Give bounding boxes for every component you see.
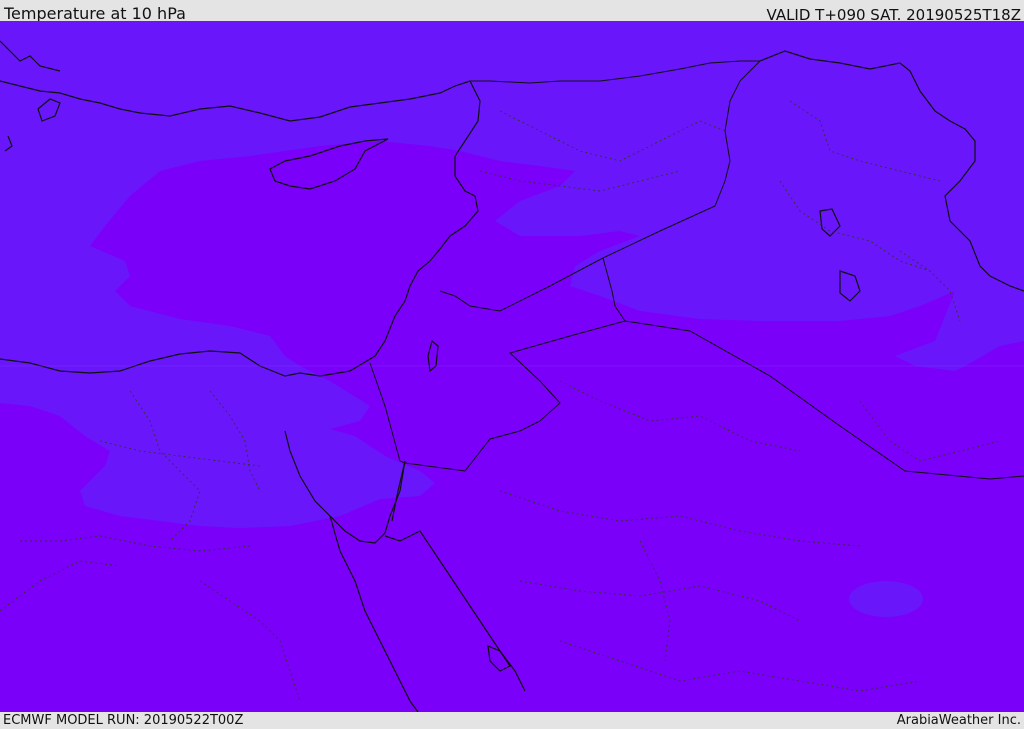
credit: ArabiaWeather Inc. [896, 713, 1021, 728]
footer-bar: ECMWF MODEL RUN: 20190522T00Z ArabiaWeat… [0, 712, 1024, 729]
model-run: ECMWF MODEL RUN: 20190522T00Z [3, 713, 244, 728]
temperature-map[interactable] [0, 21, 1024, 712]
header-bar: Temperature at 10 hPa VALID T+090 SAT. 2… [0, 0, 1024, 24]
temperature-patch-southeast [849, 581, 923, 617]
